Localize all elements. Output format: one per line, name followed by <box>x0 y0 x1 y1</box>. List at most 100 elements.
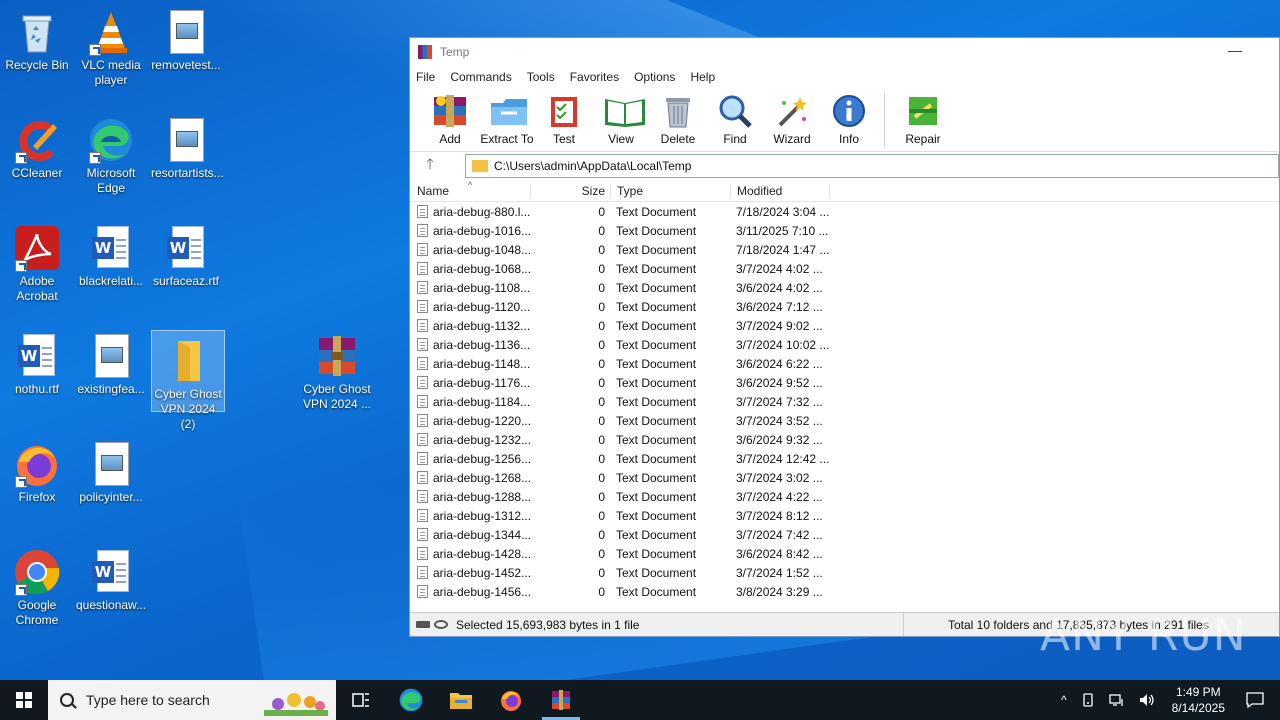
taskbar-search[interactable]: Type here to search <box>48 680 336 720</box>
clock-date: 8/14/2025 <box>1171 701 1225 715</box>
menu-favorites[interactable]: Favorites <box>570 70 619 84</box>
file-row[interactable]: aria-debug-1232... 0 Text Document 3/6/2024… <box>410 430 1279 449</box>
test-button[interactable]: Test <box>536 88 592 146</box>
winrar-icon <box>552 690 570 710</box>
file-row[interactable]: aria-debug-1256... 0 Text Document 3/7/2024… <box>410 449 1279 468</box>
taskbar-winrar[interactable] <box>536 680 586 720</box>
task-view-button[interactable] <box>336 680 386 720</box>
file-type: Text Document <box>616 584 697 599</box>
desktop-icon-firefox[interactable]: Firefox <box>0 434 74 505</box>
add-button[interactable]: Add <box>422 88 478 146</box>
desktop-icon-vlc[interactable]: VLC media player <box>74 2 148 88</box>
file-type: Text Document <box>616 375 697 390</box>
file-modified: 7/18/2024 3:04 ... <box>736 204 830 219</box>
find-button[interactable]: Find <box>707 88 763 146</box>
file-name: aria-debug-1136... <box>433 337 530 352</box>
notifications-icon[interactable] <box>1246 692 1264 708</box>
winrar-window[interactable]: Temp — File Commands Tools Favorites Opt… <box>409 37 1280 637</box>
file-row[interactable]: aria-debug-1344... 0 Text Document 3/7/2024… <box>410 525 1279 544</box>
file-type: Text Document <box>616 356 697 371</box>
repair-button[interactable]: Repair <box>895 88 951 146</box>
file-row[interactable]: aria-debug-880.l... 0 Text Document 7/18/20… <box>410 202 1279 221</box>
file-row[interactable]: aria-debug-1176... 0 Text Document 3/6/2024… <box>410 373 1279 392</box>
file-row[interactable]: aria-debug-1068... 0 Text Document 3/7/2024… <box>410 259 1279 278</box>
file-row[interactable]: aria-debug-1428... 0 Text Document 3/6/2024… <box>410 544 1279 563</box>
file-row[interactable]: aria-debug-1452... 0 Text Document 3/7/2024… <box>410 563 1279 582</box>
info-button[interactable]: Info <box>821 88 877 146</box>
file-size: 0 <box>598 546 605 561</box>
taskbar-file-explorer[interactable] <box>436 680 486 720</box>
file-name: aria-debug-1184... <box>433 394 530 409</box>
info-icon <box>831 93 867 129</box>
file-row[interactable]: aria-debug-1268... 0 Text Document 3/7/2024… <box>410 468 1279 487</box>
desktop-icon-surfaceaz[interactable]: W surfaceaz.rtf <box>149 218 223 289</box>
desktop-icon-resortartists[interactable]: resortartists... <box>149 110 224 181</box>
desktop-icon-removetest[interactable]: removetest... <box>149 2 223 73</box>
address-path: C:\Users\admin\AppData\Local\Temp <box>494 159 692 173</box>
file-size: 0 <box>598 375 605 390</box>
desktop-icon-google-chrome[interactable]: Google Chrome <box>0 542 74 628</box>
start-button[interactable] <box>0 680 48 720</box>
file-type: Text Document <box>616 413 697 428</box>
column-header-size[interactable]: Size <box>530 183 610 198</box>
file-row[interactable]: aria-debug-1312... 0 Text Document 3/7/2024… <box>410 506 1279 525</box>
file-name: aria-debug-1428... <box>433 546 530 561</box>
file-name: aria-debug-1120... <box>433 299 530 314</box>
file-list[interactable]: aria-debug-880.l... 0 Text Document 7/18/20… <box>410 202 1279 616</box>
tray-chevron-icon[interactable]: ^ <box>1061 693 1067 707</box>
file-row[interactable]: aria-debug-1288... 0 Text Document 3/7/2024… <box>410 487 1279 506</box>
desktop-icon-cyber-ghost-archive[interactable]: Cyber Ghost VPN 2024 ... <box>300 326 374 412</box>
desktop-icon-recycle-bin[interactable]: Recycle Bin <box>0 2 74 73</box>
file-type: Text Document <box>616 451 697 466</box>
desktop-icon-nothu-rtf[interactable]: W nothu.rtf <box>0 326 74 397</box>
title-bar[interactable]: Temp — <box>410 38 1279 66</box>
desktop-icon-ccleaner[interactable]: CCleaner <box>0 110 74 181</box>
menu-tools[interactable]: Tools <box>527 70 555 84</box>
desktop-icon-policyinter[interactable]: policyinter... <box>74 434 148 505</box>
address-field[interactable]: C:\Users\admin\AppData\Local\Temp <box>465 154 1279 178</box>
taskbar-firefox[interactable] <box>486 680 536 720</box>
menu-file[interactable]: File <box>416 70 435 84</box>
menu-options[interactable]: Options <box>634 70 675 84</box>
file-row[interactable]: aria-debug-1148... 0 Text Document 3/6/2024… <box>410 354 1279 373</box>
file-row[interactable]: aria-debug-1132... 0 Text Document 3/7/2024… <box>410 316 1279 335</box>
file-row[interactable]: aria-debug-1016... 0 Text Document 3/11/202… <box>410 221 1279 240</box>
delete-button[interactable]: Delete <box>650 88 706 146</box>
file-size: 0 <box>598 356 605 371</box>
file-row[interactable]: aria-debug-1456... 0 Text Document 3/8/2024… <box>410 582 1279 601</box>
text-file-icon <box>417 528 428 541</box>
minimize-button[interactable]: — <box>1225 42 1245 62</box>
file-row[interactable]: aria-debug-1136... 0 Text Document 3/7/2024… <box>410 335 1279 354</box>
file-size: 0 <box>598 508 605 523</box>
volume-icon[interactable] <box>1139 693 1155 707</box>
desktop-icon-adobe-acrobat[interactable]: Adobe Acrobat <box>0 218 74 304</box>
menu-commands[interactable]: Commands <box>450 70 511 84</box>
key-icon[interactable] <box>434 620 448 629</box>
file-row[interactable]: aria-debug-1220... 0 Text Document 3/7/2024… <box>410 411 1279 430</box>
drive-icon[interactable] <box>416 621 430 628</box>
up-arrow-icon[interactable]: 🡑 <box>410 154 450 179</box>
desktop-icon-microsoft-edge[interactable]: Microsoft Edge <box>74 110 148 196</box>
file-size: 0 <box>598 261 605 276</box>
desktop-icon-existingfea[interactable]: existingfea... <box>74 326 148 397</box>
column-header-type[interactable]: Type <box>610 183 730 198</box>
wizard-button[interactable]: Wizard <box>764 88 820 146</box>
view-button[interactable]: View <box>593 88 649 146</box>
file-row[interactable]: aria-debug-1108... 0 Text Document 3/6/2024… <box>410 278 1279 297</box>
file-row[interactable]: aria-debug-1048... 0 Text Document 7/18/202… <box>410 240 1279 259</box>
extract-to-button[interactable]: Extract To <box>479 88 535 146</box>
file-row[interactable]: aria-debug-1184... 0 Text Document 3/7/2024… <box>410 392 1279 411</box>
desktop-icon-cyber-ghost-folder[interactable]: Cyber Ghost VPN 2024 (2) <box>151 330 225 431</box>
window-title: Temp <box>440 45 470 59</box>
desktop-icon-blackrelati[interactable]: W blackrelati... <box>74 218 148 289</box>
column-header-modified[interactable]: Modified <box>730 183 830 198</box>
taskbar-edge[interactable] <box>386 680 436 720</box>
desktop-icon-questionaw[interactable]: W questionaw... <box>74 542 148 613</box>
network-icon[interactable] <box>1108 693 1125 707</box>
file-row[interactable]: aria-debug-1120... 0 Text Document 3/6/2024… <box>410 297 1279 316</box>
menu-help[interactable]: Help <box>690 70 715 84</box>
file-name: aria-debug-1132... <box>433 318 530 333</box>
file-name: aria-debug-1068... <box>433 261 530 276</box>
taskbar-clock[interactable]: 1:49 PM 8/14/2025 <box>1172 684 1225 716</box>
device-icon[interactable] <box>1081 693 1095 707</box>
